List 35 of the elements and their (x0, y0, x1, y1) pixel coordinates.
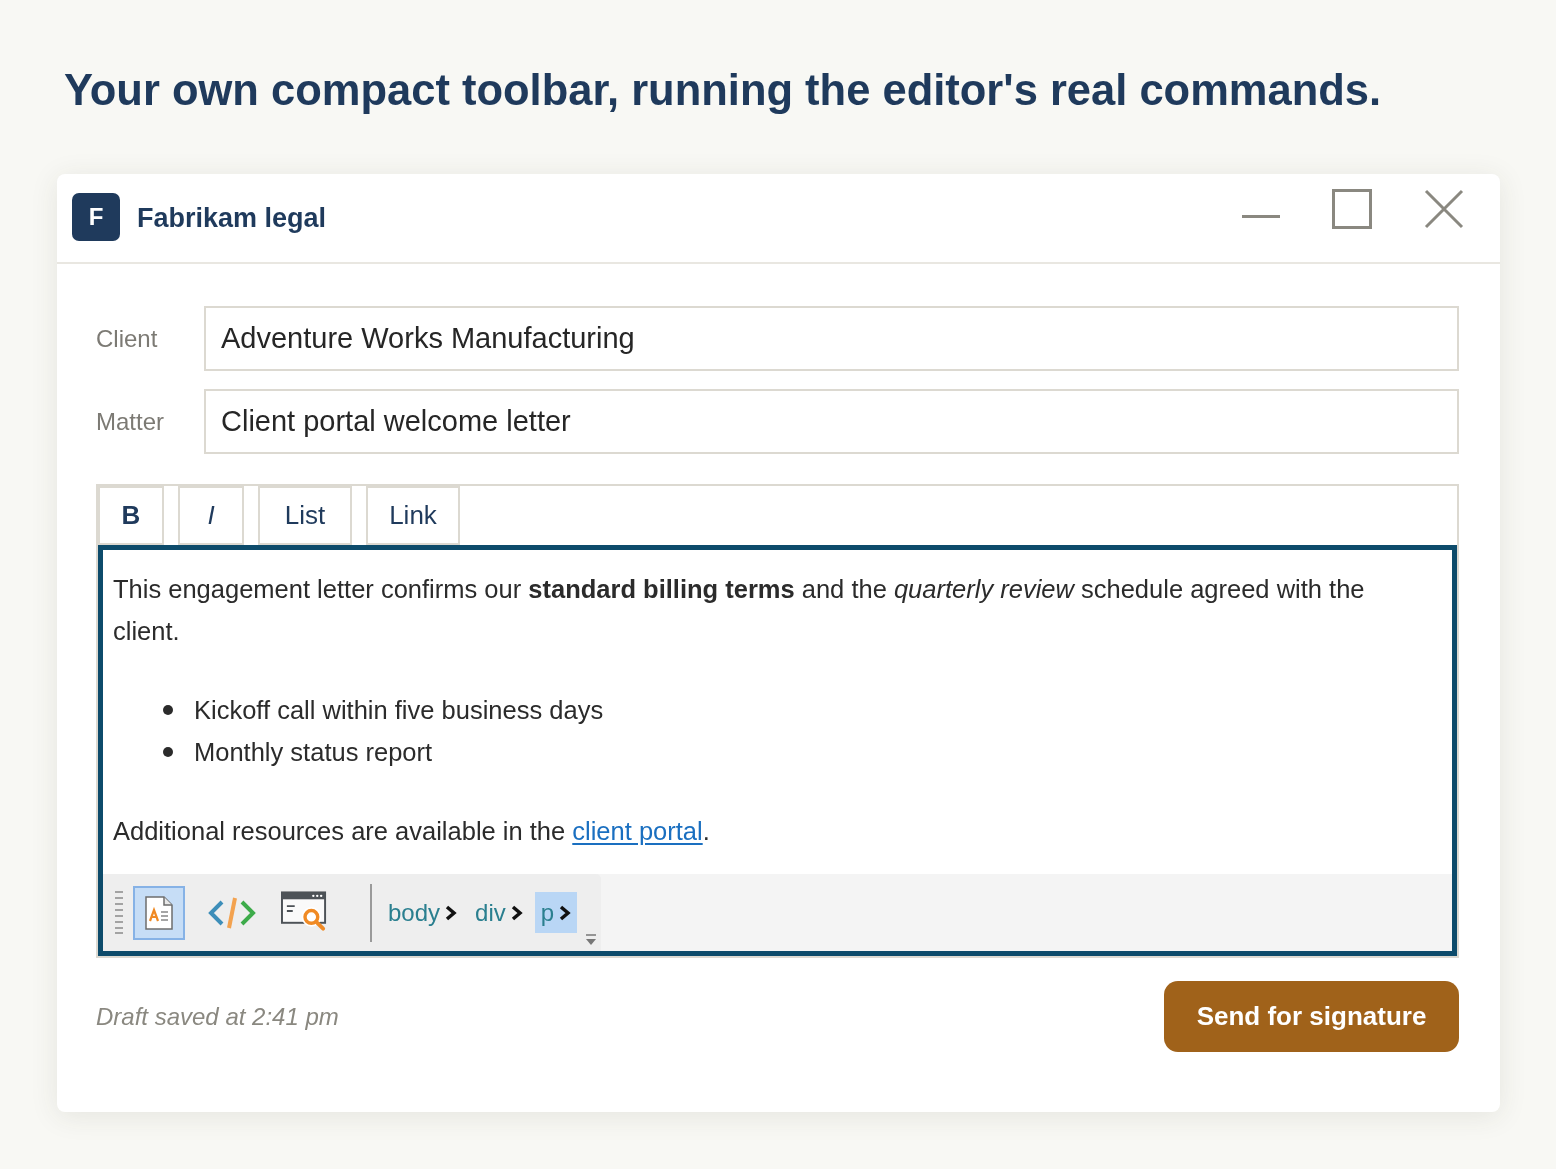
list-button[interactable]: List (258, 486, 352, 545)
text-field[interactable]: Adventure Works Manufacturing (204, 306, 1459, 371)
minimize-icon (1242, 215, 1280, 218)
document-icon (145, 895, 173, 930)
chevron-icon (559, 904, 572, 921)
field-label: Client (96, 323, 158, 354)
bold-button[interactable]: B (98, 486, 164, 545)
save-status: Draft saved at 2:41 pm (96, 1001, 339, 1032)
list-item: Kickoff call within five business days (194, 695, 604, 726)
link-button[interactable]: Link (366, 486, 460, 545)
bullet-icon (163, 705, 173, 715)
window-title: Fabrikam legal (137, 202, 327, 235)
text-field[interactable]: Client portal welcome letter (204, 389, 1459, 454)
close-icon (1424, 189, 1464, 229)
down-arrow-icon (585, 934, 598, 946)
code-icon (208, 895, 256, 930)
field-label: Matter (96, 406, 164, 437)
close-button[interactable] (1424, 189, 1464, 229)
paragraph: Additional resources are available in the client portal. (113, 816, 711, 847)
list-item: Monthly status report (194, 737, 433, 768)
maximize-button[interactable] (1332, 189, 1372, 229)
paragraph: This engagement letter confirms our standard billing terms and the quarterly review schedule agreed with the client. (113, 574, 1366, 647)
design-view-button[interactable] (133, 885, 185, 940)
italic-button[interactable]: I (178, 486, 244, 545)
chevron-icon (510, 904, 523, 921)
breadcrumb[interactable]: div (469, 892, 529, 933)
chevron-icon (445, 904, 458, 921)
maximize-icon (1332, 189, 1372, 229)
breadcrumb[interactable]: body (382, 892, 464, 933)
page-heading: Your own compact toolbar, running the editor's real commands. (64, 65, 1383, 116)
send-button[interactable]: Send for signature (1164, 981, 1459, 1052)
bullet-icon (163, 747, 173, 757)
app-logo: F (72, 193, 120, 241)
link[interactable]: client portal (572, 817, 703, 845)
grip-icon (115, 891, 123, 934)
